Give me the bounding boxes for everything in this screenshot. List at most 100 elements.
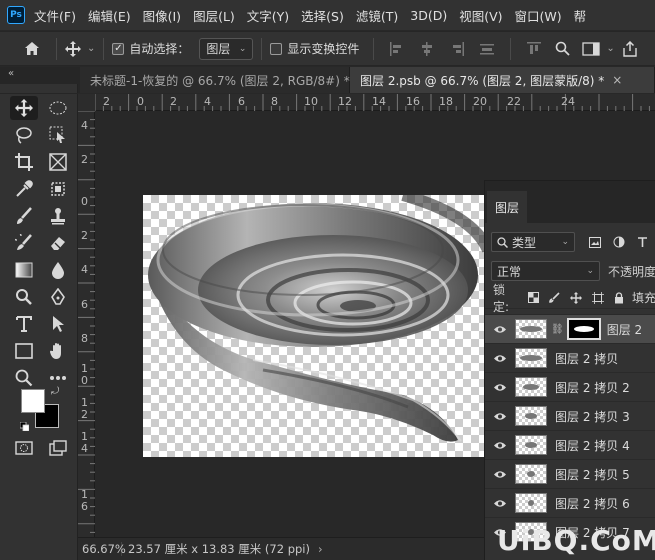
layer-row[interactable]: 图层 2 拷贝 3	[485, 401, 655, 430]
object-selection-tool[interactable]	[44, 123, 72, 147]
blur-tool[interactable]	[44, 258, 72, 282]
layer-row[interactable]: 图层 2 拷贝 4	[485, 430, 655, 459]
menu-select[interactable]: 选择(S)	[301, 6, 344, 25]
search-icon[interactable]	[555, 41, 571, 56]
rectangle-tool[interactable]	[10, 339, 38, 363]
layer-row[interactable]: 图层 2 拷贝 2	[485, 372, 655, 401]
chevron-right-icon[interactable]: ›	[318, 542, 323, 556]
visibility-eye-icon[interactable]	[485, 383, 515, 392]
share-icon[interactable]	[623, 40, 637, 57]
default-colors-icon[interactable]	[19, 420, 30, 432]
menu-image[interactable]: 图像(I)	[143, 6, 181, 25]
eraser-tool[interactable]	[44, 231, 72, 255]
lock-pixels-icon[interactable]	[549, 292, 560, 303]
type-filter-icon[interactable]	[637, 236, 648, 248]
options-bar: ⌄ ✓ 自动选择： 图层 ⌄ 显示变换控件 ⌄	[0, 31, 655, 66]
screen-mode-icon[interactable]	[44, 436, 72, 460]
layer-row[interactable]: 图层 2 拷贝 5	[485, 459, 655, 488]
elliptical-marquee-tool[interactable]	[44, 96, 72, 120]
layer-row[interactable]: 图层 2 拷贝 6	[485, 488, 655, 517]
brush-tool[interactable]	[10, 204, 38, 228]
ruler-origin[interactable]	[78, 94, 95, 111]
workspace-layout-icon[interactable]	[582, 41, 601, 56]
image-filter-icon[interactable]	[589, 236, 601, 248]
lock-position-icon[interactable]	[569, 291, 582, 304]
clone-stamp-tool[interactable]	[44, 204, 72, 228]
menu-3d[interactable]: 3D(D)	[410, 8, 447, 23]
close-icon[interactable]: ×	[612, 73, 622, 87]
gradient-tool[interactable]	[10, 258, 38, 282]
toolbar-grip[interactable]	[0, 84, 78, 94]
history-brush-tool[interactable]	[10, 231, 38, 255]
eyedropper-tool[interactable]	[10, 177, 38, 201]
tab-layers[interactable]: 图层	[487, 191, 527, 223]
hand-tool[interactable]	[44, 339, 72, 363]
photoshop-logo[interactable]: Ps	[7, 6, 25, 24]
frame-tool[interactable]	[44, 150, 72, 174]
vertical-ruler-ticks	[78, 111, 95, 533]
vertical-ruler[interactable]: 4 2 0 2 4 6 8 1 0 1 2 1 4 1 6	[78, 111, 95, 537]
zoom-level[interactable]: 66.67%	[78, 542, 126, 556]
chevron-down-icon[interactable]: ⌄	[606, 43, 614, 54]
ruler-label: 2	[170, 95, 177, 108]
crop-tool[interactable]	[10, 150, 38, 174]
layer-name: 图层 2 拷贝 3	[555, 409, 630, 424]
type-tool[interactable]	[10, 312, 38, 336]
path-selection-tool[interactable]	[44, 312, 72, 336]
distribute-icon[interactable]	[480, 42, 495, 56]
lasso-tool[interactable]	[10, 123, 38, 147]
visibility-eye-icon[interactable]	[485, 470, 515, 479]
menu-type[interactable]: 文字(Y)	[247, 6, 289, 25]
layer-thumbnail	[515, 464, 547, 484]
menu-layer[interactable]: 图层(L)	[193, 6, 235, 25]
menu-window[interactable]: 窗口(W)	[515, 6, 562, 25]
move-tool[interactable]	[10, 96, 38, 120]
visibility-eye-icon[interactable]	[485, 499, 515, 508]
layer-row[interactable]: ⛓ 图层 2	[485, 314, 655, 343]
lock-transparent-icon[interactable]	[527, 292, 539, 303]
collapse-panel-icon[interactable]: «	[8, 68, 14, 79]
fill-label: 填充	[631, 291, 655, 305]
menu-filter[interactable]: 滤镜(T)	[356, 6, 398, 25]
pen-tool[interactable]	[44, 285, 72, 309]
layer-thumbnail	[515, 406, 547, 426]
home-icon[interactable]	[22, 41, 42, 56]
auto-select-checkbox[interactable]: ✓	[112, 42, 125, 55]
swap-colors-icon[interactable]: ⤾	[51, 386, 59, 397]
adjustment-filter-icon[interactable]	[613, 236, 625, 248]
layer-filter-dropdown[interactable]: 类型 ⌄	[491, 232, 575, 252]
ruler-label: 10	[304, 95, 318, 108]
show-transform-checkbox[interactable]	[270, 42, 283, 55]
visibility-eye-icon[interactable]	[485, 325, 515, 334]
visibility-eye-icon[interactable]	[485, 412, 515, 421]
foreground-color-swatch[interactable]	[21, 389, 45, 413]
align-right-icon[interactable]	[450, 41, 465, 56]
document-canvas[interactable]	[143, 195, 543, 457]
visibility-eye-icon[interactable]	[485, 441, 515, 450]
layer-mask-thumbnail[interactable]	[566, 318, 601, 340]
ruler-label: 6	[238, 95, 245, 108]
chevron-down-icon[interactable]: ⌄	[87, 43, 95, 54]
lock-all-icon[interactable]	[614, 291, 624, 304]
dodge-tool[interactable]	[10, 285, 38, 309]
menu-file[interactable]: 文件(F)	[34, 6, 76, 25]
move-tool-icon[interactable]	[65, 40, 81, 57]
menu-help[interactable]: 帮	[574, 6, 587, 25]
lock-artboard-icon[interactable]	[591, 291, 604, 304]
menu-view[interactable]: 视图(V)	[459, 6, 502, 25]
tab-document-2[interactable]: 图层 2.psb @ 66.7% (图层 2, 图层蒙版/8) * ×	[350, 67, 655, 93]
auto-select-target-dropdown[interactable]: 图层 ⌄	[199, 37, 254, 60]
align-top-icon[interactable]	[527, 41, 542, 56]
spot-healing-brush-tool[interactable]	[44, 177, 72, 201]
zoom-tool[interactable]	[10, 366, 38, 390]
link-icon[interactable]: ⛓	[551, 324, 564, 335]
quick-mask-icon[interactable]	[10, 436, 38, 460]
tab-document-1[interactable]: 未标题-1-恢复的 @ 66.7% (图层 2, RGB/8#) * ×	[80, 67, 368, 93]
blend-mode-dropdown[interactable]: 正常 ⌄	[491, 261, 600, 281]
align-left-icon[interactable]	[390, 41, 404, 56]
align-center-icon[interactable]	[420, 41, 434, 56]
menu-edit[interactable]: 编辑(E)	[88, 6, 131, 25]
layer-row[interactable]: 图层 2 拷贝	[485, 343, 655, 372]
visibility-eye-icon[interactable]	[485, 354, 515, 363]
horizontal-ruler[interactable]: 2 0 2 4 6 8 10 12 14 16 18 20 22 24	[95, 94, 655, 111]
